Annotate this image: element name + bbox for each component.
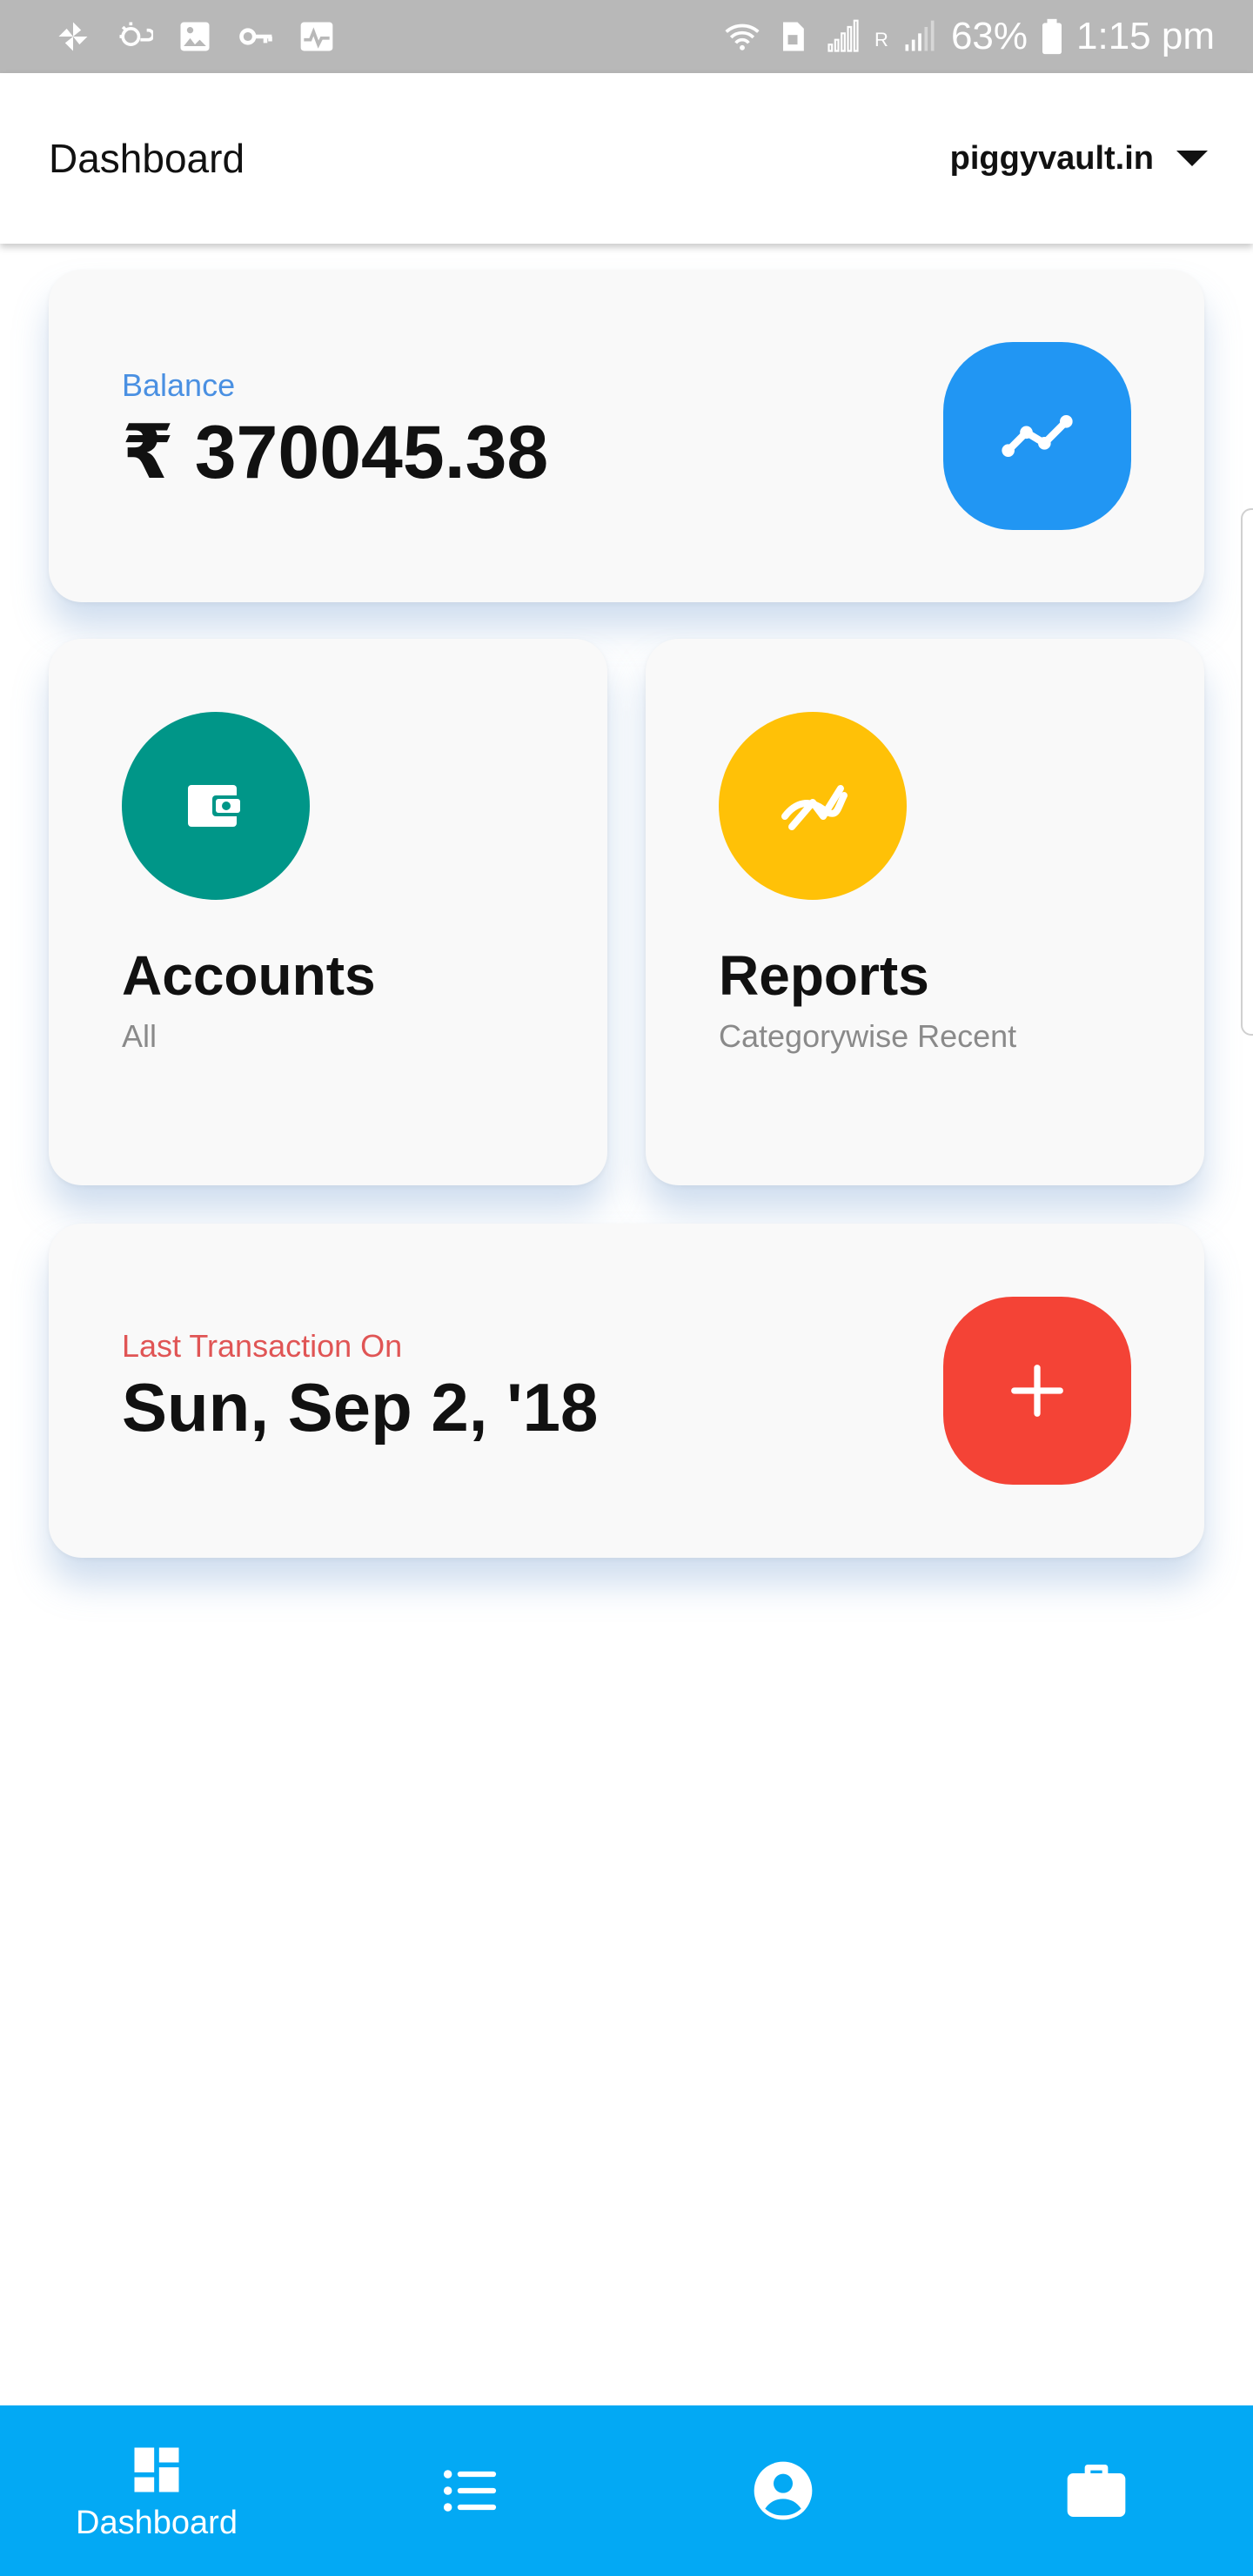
activity-icon: [298, 17, 336, 56]
pinwheel-icon: [54, 17, 92, 56]
nav-dashboard[interactable]: Dashboard: [0, 2405, 313, 2576]
nav-transactions[interactable]: [313, 2405, 626, 2576]
wallet-icon: [188, 785, 244, 827]
balance-trend-button[interactable]: [943, 342, 1131, 530]
nav-dashboard-label: Dashboard: [76, 2504, 238, 2541]
signal-icon: [824, 17, 862, 56]
last-transaction-date: Sun, Sep 2, '18: [122, 1369, 599, 1446]
status-bar: R 63% 1:15 pm: [0, 0, 1253, 73]
reports-title: Reports: [719, 944, 929, 1007]
reports-icon-circle: [719, 712, 907, 900]
battery-icon: [1040, 17, 1064, 56]
key-icon: [237, 17, 275, 56]
image-icon: [176, 17, 214, 56]
battery-percent: 63%: [950, 15, 1029, 57]
sim-icon: [774, 17, 812, 56]
accounts-subtitle: All: [122, 1018, 157, 1054]
network-label: R: [874, 29, 888, 50]
multiline-chart-icon: [781, 785, 848, 830]
accounts-title: Accounts: [122, 944, 376, 1007]
edge-panel-handle[interactable]: [1241, 508, 1253, 1036]
chevron-down-icon: [1176, 151, 1208, 166]
balance-card[interactable]: Balance ₹ 370045.38: [49, 270, 1204, 602]
plus-icon: [1011, 1365, 1063, 1417]
last-transaction-label: Last Transaction On: [122, 1328, 403, 1364]
briefcase-icon: [1067, 2465, 1126, 2517]
bottom-navigation: Dashboard: [0, 2405, 1253, 2576]
last-transaction-card[interactable]: Last Transaction On Sun, Sep 2, '18: [49, 1224, 1204, 1558]
list-icon: [443, 2470, 497, 2512]
wifi-icon: [723, 17, 761, 56]
add-transaction-button[interactable]: [943, 1297, 1131, 1485]
reports-card[interactable]: Reports Categorywise Recent: [646, 639, 1204, 1185]
clock: 1:15 pm: [1076, 15, 1215, 57]
balance-label: Balance: [122, 367, 236, 403]
trend-icon: [1002, 415, 1073, 457]
notification-icons: [54, 17, 336, 56]
account-circle-icon: [754, 2461, 813, 2520]
dashboard-icon: [134, 2447, 179, 2492]
account-name: piggyvault.in: [949, 139, 1154, 177]
weather-icon: [115, 17, 153, 56]
app-bar: Dashboard piggyvault.in: [0, 73, 1253, 244]
accounts-icon-circle: [122, 712, 310, 900]
reports-subtitle: Categorywise Recent: [719, 1018, 1017, 1054]
nav-profile[interactable]: [626, 2405, 940, 2576]
system-status: R 63% 1:15 pm: [723, 15, 1215, 58]
accounts-card[interactable]: Accounts All: [49, 639, 607, 1185]
nav-business[interactable]: [940, 2405, 1253, 2576]
account-dropdown[interactable]: piggyvault.in: [950, 73, 1208, 244]
balance-value: ₹ 370045.38: [122, 411, 549, 494]
signal-icon-2: [901, 17, 939, 56]
page-title: Dashboard: [49, 136, 245, 181]
